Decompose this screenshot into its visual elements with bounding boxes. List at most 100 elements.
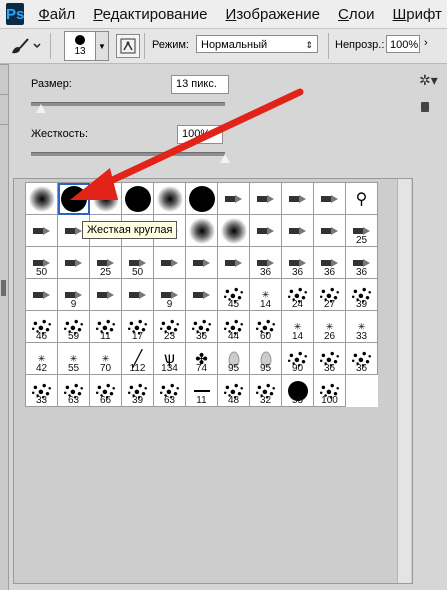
brush-preset-cell[interactable]: 48 <box>218 375 250 407</box>
presets-scrollbar[interactable] <box>397 179 411 583</box>
brush-preset-cell[interactable]: 36 <box>346 343 378 375</box>
brush-preset-cell[interactable]: 45 <box>218 279 250 311</box>
brush-preset-size: 36 <box>195 331 208 342</box>
opacity-slider-arrow[interactable]: › <box>424 37 428 49</box>
brush-preset-cell[interactable]: ╱ 112 <box>122 343 154 375</box>
brush-preset-cell[interactable]: 11 <box>90 311 122 343</box>
brush-preset-cell[interactable]: 55 <box>282 375 314 407</box>
menu-item[interactable]: Слои <box>338 6 375 23</box>
preset-dropdown-arrow[interactable]: ▼ <box>95 31 109 61</box>
brush-preset-cell[interactable]: ⚲ <box>346 183 378 215</box>
brush-preset-cell[interactable] <box>154 247 186 279</box>
brush-preset-cell[interactable]: 36 <box>250 247 282 279</box>
hardness-slider-track[interactable] <box>31 152 225 156</box>
brush-preset-cell[interactable]: 24 <box>282 279 314 311</box>
brush-preset-cell[interactable]: 100 <box>314 375 346 407</box>
size-input[interactable]: 13 пикс. <box>171 75 229 94</box>
brush-preset-cell[interactable]: 50 <box>26 247 58 279</box>
brush-preset-cell[interactable] <box>186 247 218 279</box>
brush-preset-cell[interactable]: ✤ 74 <box>186 343 218 375</box>
brush-preset-cell[interactable] <box>26 215 58 247</box>
brush-preset-cell[interactable] <box>218 215 250 247</box>
brush-preset-cell[interactable]: 50 <box>122 247 154 279</box>
brush-preset-cell[interactable] <box>58 247 90 279</box>
brush-preset-cell[interactable] <box>58 183 90 215</box>
brush-preset-cell[interactable]: 36 <box>346 247 378 279</box>
brush-preset-picker[interactable]: 13 <box>64 31 96 61</box>
brush-preset-cell[interactable] <box>282 183 314 215</box>
brush-preset-cell[interactable]: 36 <box>314 247 346 279</box>
menu-item[interactable]: Файл <box>38 6 75 23</box>
brush-preset-cell[interactable]: 36 <box>186 311 218 343</box>
brush-preset-cell[interactable]: 63 <box>154 375 186 407</box>
brush-preset-cell[interactable] <box>122 279 154 311</box>
brush-preset-cell[interactable] <box>122 183 154 215</box>
brush-tooltip: Жесткая круглая <box>82 221 178 239</box>
brush-preset-cell[interactable]: 9 <box>154 279 186 311</box>
brush-preset-cell[interactable]: ✳ 14 <box>282 311 314 343</box>
brush-preset-cell[interactable]: 59 <box>58 311 90 343</box>
brush-preset-cell[interactable] <box>26 183 58 215</box>
size-slider-track[interactable] <box>31 102 225 106</box>
brush-preset-cell[interactable]: ✳ 55 <box>58 343 90 375</box>
brush-preset-cell[interactable]: ✳ 33 <box>346 311 378 343</box>
brush-preset-cell[interactable]: ѱ 134 <box>154 343 186 375</box>
brush-preset-cell[interactable]: 9 <box>58 279 90 311</box>
brush-preset-cell[interactable] <box>90 183 122 215</box>
new-preset-icon[interactable] <box>421 102 429 112</box>
brush-preset-cell[interactable]: 36 <box>282 247 314 279</box>
brush-preset-cell[interactable] <box>314 183 346 215</box>
brush-preset-cell[interactable]: ✳ 42 <box>26 343 58 375</box>
brush-preset-cell[interactable]: 33 <box>26 375 58 407</box>
brush-tool-icon[interactable] <box>8 35 42 57</box>
brush-preset-cell[interactable]: 36 <box>314 343 346 375</box>
brush-preset-cell[interactable]: 11 <box>186 375 218 407</box>
brush-preset-cell[interactable]: 25 <box>346 215 378 247</box>
menu-item[interactable]: Изображение <box>226 6 321 23</box>
brush-preset-cell[interactable] <box>282 215 314 247</box>
brush-preset-cell[interactable]: ✳ 70 <box>90 343 122 375</box>
brush-preset-size: 63 <box>163 395 176 406</box>
brush-preset-cell[interactable]: 23 <box>154 311 186 343</box>
brush-preset-cell[interactable] <box>186 279 218 311</box>
brush-preset-cell[interactable]: 25 <box>90 247 122 279</box>
brush-preset-cell[interactable]: ✳ 26 <box>314 311 346 343</box>
brush-preset-cell[interactable] <box>186 215 218 247</box>
brush-preset-cell[interactable] <box>218 247 250 279</box>
brush-preset-cell[interactable]: 44 <box>218 311 250 343</box>
brush-preset-cell[interactable]: 95 <box>250 343 282 375</box>
brush-preset-cell[interactable] <box>250 215 282 247</box>
opacity-input[interactable]: 100% <box>386 35 420 53</box>
brush-preset-cell[interactable] <box>314 215 346 247</box>
brush-preset-cell[interactable] <box>154 183 186 215</box>
size-slider-thumb[interactable] <box>34 103 47 114</box>
brush-preset-cell[interactable]: 27 <box>314 279 346 311</box>
toggle-brush-panel-button[interactable] <box>116 34 140 58</box>
brush-preset-cell[interactable]: 90 <box>282 343 314 375</box>
mode-select[interactable]: Нормальный ⇕ <box>196 35 318 53</box>
menu-item[interactable]: Редактирование <box>93 6 207 23</box>
hardness-input[interactable]: 100% <box>177 125 223 144</box>
panel-collapse-handle[interactable] <box>1 280 6 296</box>
brush-preset-cell[interactable] <box>90 279 122 311</box>
brush-preset-cell[interactable] <box>250 183 282 215</box>
brush-preset-cell[interactable]: 63 <box>58 375 90 407</box>
brush-preset-cell[interactable]: 39 <box>346 279 378 311</box>
brush-preset-size: 14 <box>291 331 304 342</box>
brush-preset-cell[interactable]: 46 <box>26 311 58 343</box>
brush-preset-cell[interactable]: 32 <box>250 375 282 407</box>
brush-preset-cell[interactable]: 66 <box>90 375 122 407</box>
brush-preset-cell[interactable]: 39 <box>122 375 154 407</box>
brush-preset-cell[interactable] <box>186 183 218 215</box>
brush-preset-cell[interactable]: ✳ 14 <box>250 279 282 311</box>
gear-icon[interactable]: ✲▾ <box>419 72 438 89</box>
hardness-slider-thumb[interactable] <box>219 153 231 164</box>
brush-preset-size: 27 <box>323 299 336 310</box>
brush-preset-cell[interactable] <box>218 183 250 215</box>
menu-item-label: лои <box>348 5 375 23</box>
brush-preset-cell[interactable]: 95 <box>218 343 250 375</box>
brush-preset-cell[interactable]: 17 <box>122 311 154 343</box>
menu-item[interactable]: Шрифт <box>393 6 442 23</box>
brush-preset-cell[interactable]: 60 <box>250 311 282 343</box>
brush-preset-cell[interactable] <box>26 279 58 311</box>
